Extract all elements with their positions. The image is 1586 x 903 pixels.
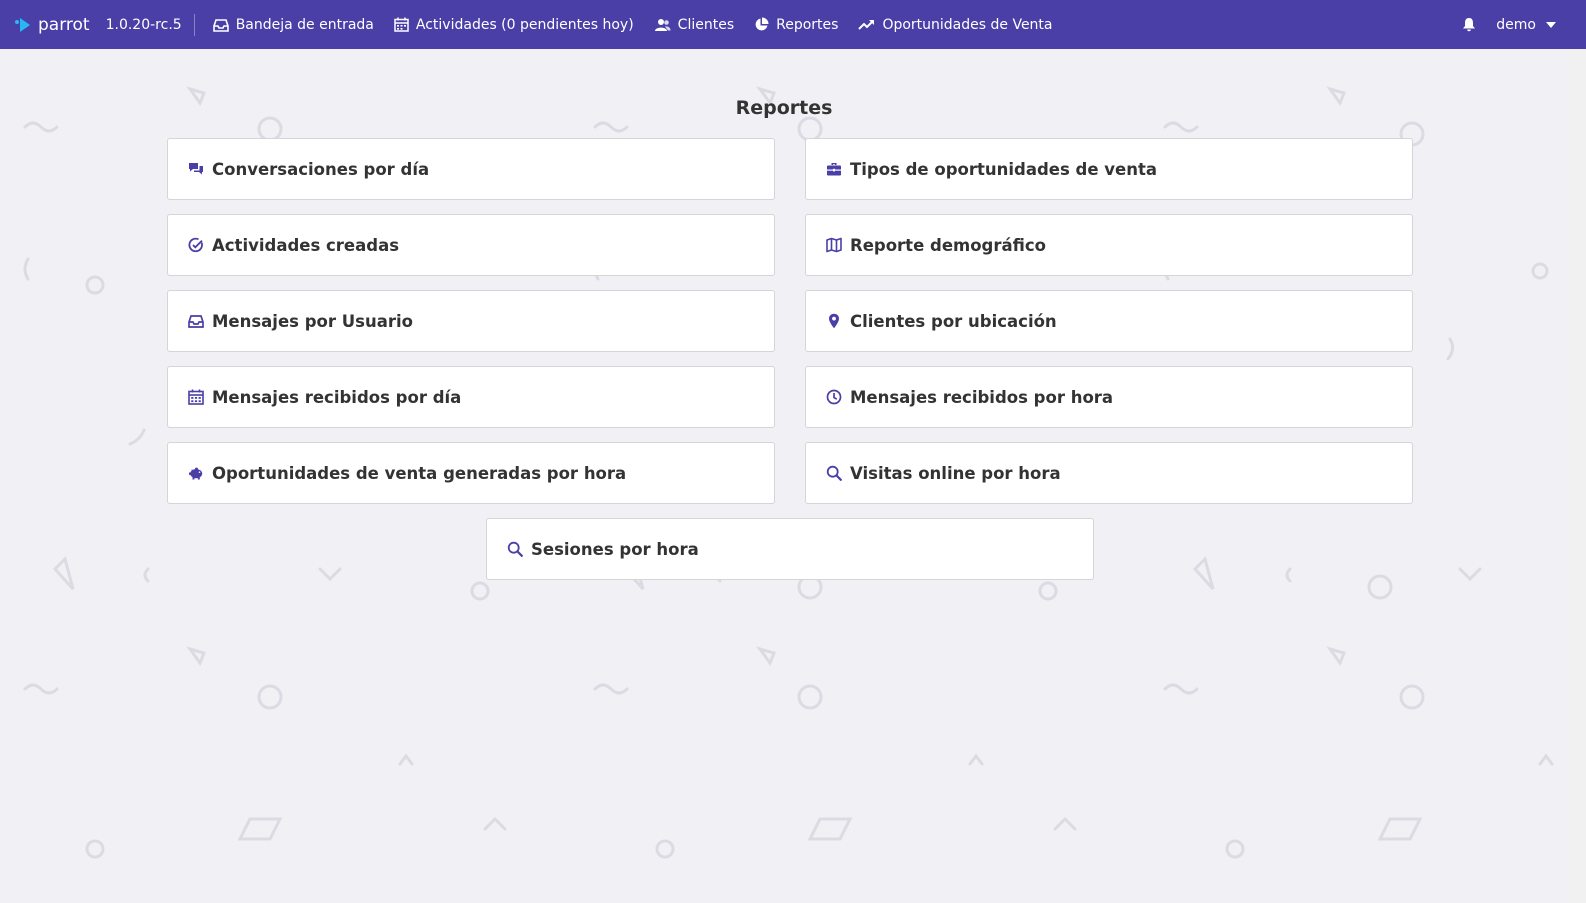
report-card-sales-opportunity-types[interactable]: Tipos de oportunidades de venta <box>805 138 1413 200</box>
report-card-label: Actividades creadas <box>212 235 400 255</box>
app-version: 1.0.20-rc.5 <box>105 16 182 33</box>
map-icon <box>826 237 842 253</box>
top-navbar: parrot 1.0.20-rc.5 Bandeja de entrada Ac… <box>0 0 1586 49</box>
user-menu[interactable]: demo <box>1496 17 1556 33</box>
calendar-icon <box>188 389 204 405</box>
caret-down-icon <box>1546 21 1556 28</box>
report-card-label: Visitas online por hora <box>850 463 1061 483</box>
report-card-messages-received-per-day[interactable]: Mensajes recibidos por día <box>167 366 775 428</box>
navbar-divider <box>193 13 195 36</box>
report-card-sales-opportunities-per-hour[interactable]: Oportunidades de venta generadas por hor… <box>167 442 775 504</box>
notifications-button[interactable] <box>1462 17 1476 32</box>
pie-chart-icon <box>755 17 769 31</box>
search-icon <box>826 465 842 481</box>
parrot-logo-icon <box>15 17 30 32</box>
bell-icon <box>1463 18 1476 32</box>
comments-icon <box>189 163 203 175</box>
user-name: demo <box>1496 16 1536 33</box>
nav-item-sales-opportunities[interactable]: Oportunidades de Venta <box>858 16 1053 33</box>
inbox-icon <box>212 18 229 32</box>
nav-item-label: Reportes <box>776 16 839 33</box>
nav-item-label: Actividades (0 pendientes hoy) <box>415 16 634 33</box>
search-icon <box>507 541 523 557</box>
nav-item-reports[interactable]: Reportes <box>754 17 838 33</box>
report-card-label: Mensajes por Usuario <box>212 311 413 331</box>
report-card-label: Reporte demográfico <box>850 235 1046 255</box>
report-card-conversations-per-day[interactable]: Conversaciones por día <box>167 138 775 200</box>
nav-item-label: Clientes <box>677 16 735 33</box>
page-title: Reportes <box>735 97 833 119</box>
brand-name: parrot <box>38 14 90 35</box>
report-card-online-visits-per-hour[interactable]: Visitas online por hora <box>805 442 1413 504</box>
brand-link[interactable]: parrot <box>14 15 90 35</box>
report-card-label: Mensajes recibidos por día <box>212 387 462 407</box>
vertical-scrollbar[interactable] <box>1568 49 1586 903</box>
report-card-label: Oportunidades de venta generadas por hor… <box>212 463 627 483</box>
check-circle-icon <box>188 237 203 253</box>
piggy-bank-icon <box>189 467 203 480</box>
report-card-label: Sesiones por hora <box>531 539 699 559</box>
report-card-demographic-report[interactable]: Reporte demográfico <box>805 214 1413 276</box>
report-card-label: Tipos de oportunidades de venta <box>850 159 1157 179</box>
navbar-right: demo <box>1462 17 1556 33</box>
report-card-clients-by-location[interactable]: Clientes por ubicación <box>805 290 1413 352</box>
nav-item-clients[interactable]: Clientes <box>654 17 734 33</box>
map-marker-icon <box>829 313 839 329</box>
inbox-icon <box>188 315 204 328</box>
users-icon <box>654 18 671 31</box>
report-card-sessions-per-hour[interactable]: Sesiones por hora <box>486 518 1094 580</box>
trending-up-icon <box>858 19 875 30</box>
report-card-messages-per-user[interactable]: Mensajes por Usuario <box>167 290 775 352</box>
nav-item-activities[interactable]: Actividades (0 pendientes hoy) <box>394 17 634 33</box>
nav-item-label: Oportunidades de Venta <box>882 16 1053 33</box>
report-card-messages-received-per-hour[interactable]: Mensajes recibidos por hora <box>805 366 1413 428</box>
nav-item-label: Bandeja de entrada <box>235 16 374 33</box>
report-card-label: Clientes por ubicación <box>850 311 1057 331</box>
calendar-icon <box>394 17 409 32</box>
report-card-label: Mensajes recibidos por hora <box>850 387 1114 407</box>
report-card-label: Conversaciones por día <box>212 159 430 179</box>
report-card-activities-created[interactable]: Actividades creadas <box>167 214 775 276</box>
briefcase-icon <box>827 163 841 176</box>
nav-item-inbox[interactable]: Bandeja de entrada <box>212 16 374 33</box>
clock-icon <box>826 389 842 405</box>
